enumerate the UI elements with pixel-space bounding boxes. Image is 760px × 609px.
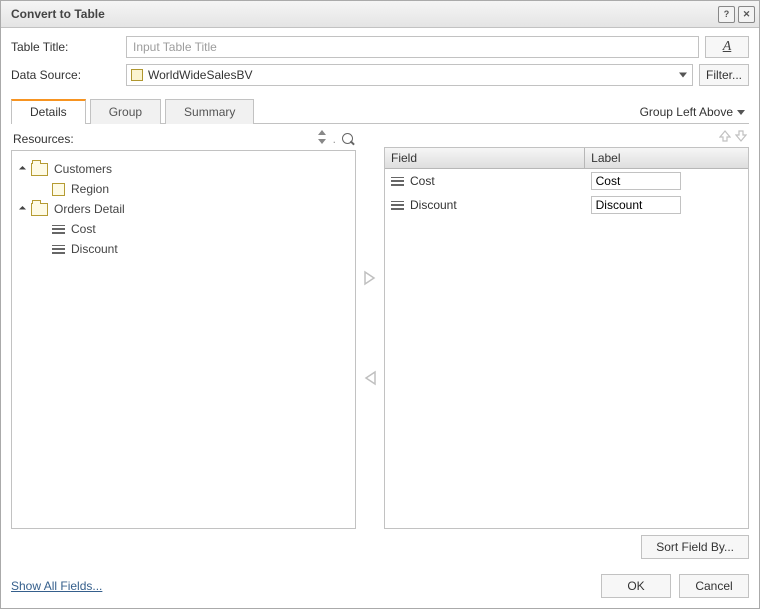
table-title-label: Table Title: bbox=[11, 40, 126, 54]
table-title-input[interactable] bbox=[126, 36, 699, 58]
titlebar: Convert to Table ? ✕ bbox=[1, 1, 759, 28]
label-column-header[interactable]: Label bbox=[585, 148, 748, 169]
resources-tree[interactable]: Customers Region Orders Detail Cost bbox=[11, 150, 356, 529]
collapse-icon[interactable] bbox=[19, 205, 26, 212]
tree-node-orders-detail[interactable]: Orders Detail bbox=[18, 199, 349, 219]
tree-node-customers[interactable]: Customers bbox=[18, 159, 349, 179]
move-up-button[interactable] bbox=[719, 130, 731, 144]
group-layout-dropdown[interactable]: Group Left Above bbox=[640, 105, 749, 123]
folder-icon bbox=[31, 203, 48, 216]
transfer-controls bbox=[356, 130, 384, 529]
data-source-value: WorldWideSalesBV bbox=[148, 68, 252, 82]
data-source-label: Data Source: bbox=[11, 68, 126, 82]
dialog-title: Convert to Table bbox=[11, 7, 105, 21]
fields-table: Field Label Cost bbox=[385, 148, 748, 217]
add-field-button[interactable] bbox=[361, 270, 379, 290]
font-style-button[interactable]: A bbox=[705, 36, 749, 58]
measure-icon bbox=[52, 224, 65, 235]
label-input[interactable] bbox=[591, 196, 681, 214]
convert-to-table-dialog: Convert to Table ? ✕ Table Title: A Data… bbox=[0, 0, 760, 609]
data-source-combo[interactable]: WorldWideSalesBV bbox=[126, 64, 693, 86]
table-row[interactable]: Discount bbox=[385, 193, 748, 217]
measure-icon bbox=[52, 244, 65, 255]
sort-toggle-icon[interactable] bbox=[317, 130, 327, 147]
sort-field-by-button[interactable]: Sort Field By... bbox=[641, 535, 749, 559]
font-style-icon: A bbox=[723, 39, 732, 55]
tab-group[interactable]: Group bbox=[90, 99, 161, 124]
fields-reorder-controls bbox=[384, 130, 749, 147]
tab-bar: Details Group Summary Group Left Above bbox=[11, 98, 749, 124]
tree-leaf-discount[interactable]: Discount bbox=[18, 239, 349, 259]
chevron-down-icon bbox=[679, 73, 687, 78]
dimension-icon bbox=[52, 183, 65, 196]
remove-field-button[interactable] bbox=[361, 370, 379, 390]
folder-icon bbox=[31, 163, 48, 176]
label-input[interactable] bbox=[591, 172, 681, 190]
ok-button[interactable]: OK bbox=[601, 574, 671, 598]
field-column-header[interactable]: Field bbox=[385, 148, 585, 169]
measure-icon bbox=[391, 176, 404, 187]
search-icon[interactable] bbox=[342, 133, 354, 145]
collapse-icon[interactable] bbox=[19, 165, 26, 172]
tree-leaf-cost[interactable]: Cost bbox=[18, 219, 349, 239]
resources-label: Resources: bbox=[13, 132, 74, 146]
chevron-down-icon bbox=[737, 110, 745, 115]
selected-fields-panel: Field Label Cost bbox=[384, 147, 749, 529]
tab-details[interactable]: Details bbox=[11, 99, 86, 124]
help-button[interactable]: ? bbox=[718, 6, 735, 23]
measure-icon bbox=[391, 200, 404, 211]
filter-button[interactable]: Filter... bbox=[699, 64, 749, 86]
tab-summary[interactable]: Summary bbox=[165, 99, 254, 124]
datasource-icon bbox=[131, 69, 143, 81]
group-layout-label: Group Left Above bbox=[640, 105, 733, 119]
resources-header: Resources: . bbox=[11, 130, 356, 150]
close-button[interactable]: ✕ bbox=[738, 6, 755, 23]
move-down-button[interactable] bbox=[735, 130, 747, 144]
table-row[interactable]: Cost bbox=[385, 169, 748, 194]
show-all-fields-link[interactable]: Show All Fields... bbox=[11, 579, 102, 593]
tree-leaf-region[interactable]: Region bbox=[18, 179, 349, 199]
cancel-button[interactable]: Cancel bbox=[679, 574, 749, 598]
